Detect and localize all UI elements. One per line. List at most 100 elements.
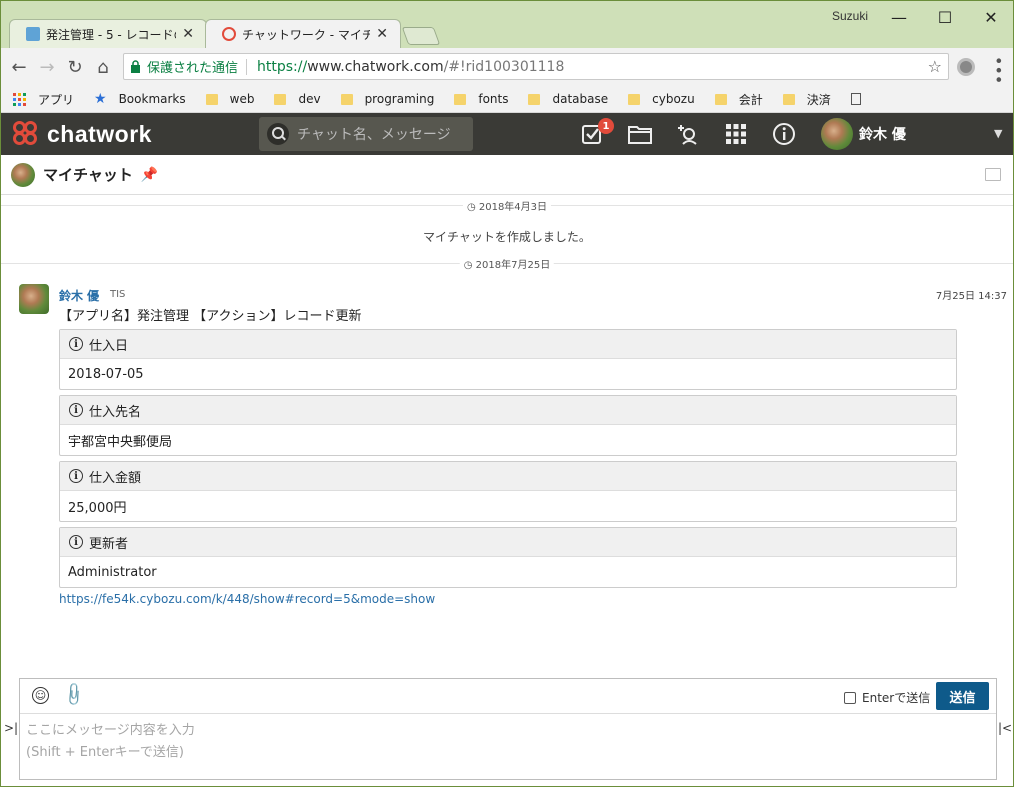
bookmark-bookmarks[interactable]: ★ Bookmarks (94, 91, 186, 107)
bookmark-folder-database[interactable]: database (528, 92, 608, 106)
folder-icon (340, 93, 353, 105)
divider (246, 58, 248, 75)
message-body: 【アプリ名】発注管理 【アクション】レコード更新 (59, 309, 362, 324)
info-header: i 更新者 (60, 528, 956, 557)
checkbox[interactable] (844, 691, 856, 704)
logo-text: chatwork (47, 120, 152, 147)
message-composer: ☺ 📎 Enterで送信 送信 ここにメッセージ内容を入力 (Shift + E… (19, 678, 997, 780)
collapse-right-icon[interactable]: |< (998, 721, 1012, 735)
date-label: ◷ 2018年4月3日 (462, 198, 552, 213)
info-header: i 仕入金額 (60, 462, 956, 491)
address-bar[interactable]: 保護された通信 https://www.chatwork.com/#!rid10… (123, 53, 949, 80)
home-icon[interactable]: ⌂ (91, 55, 115, 79)
app-header: chatwork チャット名、メッセージ 鈴木 優 ▼ (1, 113, 1013, 155)
info-icon: i (69, 469, 83, 483)
bookmark-star-icon[interactable]: ☆ (928, 57, 942, 76)
record-link[interactable]: https://fe54k.cybozu.com/k/448/show#reco… (59, 592, 435, 606)
placeholder-line: ここにメッセージ内容を入力 (26, 723, 195, 738)
bookmark-label: Bookmarks (118, 92, 186, 106)
attach-file-icon[interactable]: 📎 (60, 681, 88, 709)
apps-grid-icon[interactable] (723, 122, 749, 146)
info-icon: i (69, 403, 83, 417)
kintone-favicon-icon (26, 27, 40, 41)
close-tab-icon[interactable]: ✕ (182, 26, 194, 42)
tab-bar: 発注管理 - 5 - レコードの詳 ✕ チャットワーク - マイチャット ✕ S… (1, 1, 1013, 48)
extension-icon[interactable] (957, 58, 975, 76)
bookmarks-bar: アプリ ★ Bookmarks web dev programing fonts… (1, 86, 1013, 113)
folder-icon (782, 93, 795, 105)
chatwork-logo-icon (11, 119, 43, 149)
browser-menu-icon[interactable]: ••• (989, 56, 1008, 84)
new-tab-button[interactable] (401, 27, 441, 45)
secure-label: 保護された通信 (147, 61, 239, 76)
tab-chatwork[interactable]: チャットワーク - マイチャット ✕ (205, 19, 401, 48)
folder-icon (205, 93, 218, 105)
star-icon: ★ (94, 91, 107, 107)
enter-send-checkbox[interactable]: Enterで送信 (844, 689, 930, 706)
pin-icon[interactable]: 📌 (141, 167, 158, 183)
bookmark-label: アプリ (38, 92, 75, 107)
bookmark-folder-cybozu[interactable]: cybozu (628, 92, 695, 106)
author-avatar[interactable] (19, 284, 49, 314)
info-value: Administrator (68, 564, 157, 580)
message-input[interactable]: ここにメッセージ内容を入力 (Shift + Enterキーで送信) (20, 714, 996, 770)
caret-down-icon[interactable]: ▼ (994, 127, 1002, 140)
room-files-icon[interactable] (985, 168, 1001, 181)
maximize-icon[interactable]: ☐ (925, 5, 965, 29)
info-value: 宇都宮中央郵便局 (68, 434, 173, 450)
reload-icon[interactable]: ↻ (63, 55, 87, 79)
bookmark-label: cybozu (652, 92, 695, 106)
info-label: 仕入先名 (89, 404, 142, 420)
chatwork-logo[interactable]: chatwork (11, 119, 152, 149)
bookmark-label: fonts (478, 92, 509, 106)
composer-toolbar: ☺ 📎 Enterで送信 送信 (20, 679, 996, 714)
info-icon: i (69, 535, 83, 549)
emoji-icon[interactable]: ☺ (32, 687, 49, 704)
page-icon (850, 93, 861, 105)
info-icon[interactable] (771, 122, 797, 146)
bookmark-folder-kessai[interactable]: 決済 (782, 91, 831, 108)
enter-send-label: Enterで送信 (862, 691, 931, 705)
bookmark-folder-programing[interactable]: programing (340, 92, 434, 106)
bookmark-label: web (229, 92, 255, 106)
search-icon (267, 123, 289, 145)
info-header: i 仕入先名 (60, 396, 956, 425)
collapse-left-icon[interactable]: >| (4, 721, 18, 735)
info-icon: i (69, 337, 83, 351)
forward-arrow-icon[interactable]: → (35, 55, 59, 79)
info-value: 25,000円 (68, 500, 127, 516)
bookmark-folder-web[interactable]: web (205, 92, 255, 106)
info-block: i 仕入金額 25,000円 (59, 461, 957, 522)
info-label: 更新者 (89, 536, 129, 552)
bookmark-folder-dev[interactable]: dev (274, 92, 321, 106)
close-tab-icon[interactable]: ✕ (376, 26, 388, 42)
author-name[interactable]: 鈴木 優 (59, 287, 99, 304)
add-contact-icon[interactable] (675, 122, 701, 146)
back-arrow-icon[interactable]: ← (7, 55, 31, 79)
message-timestamp: 7月25日 14:37 (935, 291, 1007, 302)
search-placeholder: チャット名、メッセージ (297, 127, 451, 143)
date-label: ◷ 2018年7月25日 (459, 256, 555, 271)
minimize-icon[interactable]: — (879, 5, 919, 29)
room-header: マイチャット 📌 (1, 155, 1013, 195)
close-window-icon[interactable]: ✕ (971, 5, 1011, 29)
bookmark-page[interactable] (850, 93, 867, 105)
room-title: マイチャット (43, 166, 133, 184)
date-separator: ◷ 2018年4月3日 (1, 196, 1013, 214)
chat-search-input[interactable]: チャット名、メッセージ (259, 117, 473, 151)
send-button[interactable]: 送信 (936, 682, 989, 710)
bookmark-apps[interactable]: アプリ (13, 91, 74, 108)
date-separator: ◷ 2018年7月25日 (1, 254, 1013, 272)
info-label: 仕入日 (89, 338, 129, 354)
tab-kintone[interactable]: 発注管理 - 5 - レコードの詳 ✕ (9, 19, 207, 48)
url-path: /#!rid100301118 (443, 58, 565, 75)
user-menu[interactable]: 鈴木 優 (821, 118, 906, 150)
profile-name[interactable]: Suzuki (832, 9, 868, 23)
bookmark-folder-fonts[interactable]: fonts (454, 92, 508, 106)
info-block: i 更新者 Administrator (59, 527, 957, 588)
info-value: 2018-07-05 (68, 366, 144, 382)
file-folder-icon[interactable] (627, 122, 653, 146)
user-name: 鈴木 優 (859, 127, 906, 143)
chatwork-favicon-icon (222, 27, 236, 41)
bookmark-folder-kaikei[interactable]: 会計 (714, 91, 763, 108)
